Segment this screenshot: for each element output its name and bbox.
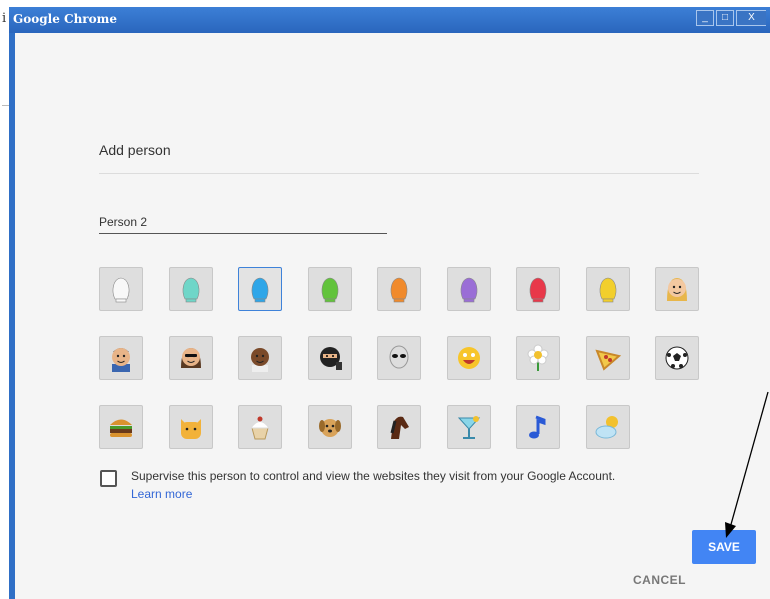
avatar-option[interactable] <box>586 405 630 449</box>
avatar-option[interactable] <box>238 336 282 380</box>
ninja-icon <box>320 347 342 370</box>
music-note-icon <box>529 415 546 439</box>
avatar-option[interactable] <box>169 405 213 449</box>
person-name-input[interactable] <box>99 211 387 234</box>
smiley-face-icon <box>458 347 480 369</box>
avatar-option[interactable] <box>516 336 560 380</box>
avatar-option[interactable] <box>655 267 699 311</box>
cupcake-icon <box>250 416 270 440</box>
avatar-option[interactable] <box>308 405 352 449</box>
cancel-button[interactable]: CANCEL <box>633 573 686 587</box>
red-head-icon <box>529 277 547 303</box>
dog-icon <box>319 419 341 437</box>
avatar-option[interactable] <box>655 336 699 380</box>
white-head-icon <box>112 277 130 303</box>
supervise-label: Supervise this person to control and vie… <box>131 469 616 483</box>
title-bar: Google Chrome _ □ X <box>9 7 770 33</box>
close-button[interactable]: X <box>736 10 766 26</box>
heading-divider <box>99 173 699 174</box>
avatar-option[interactable] <box>377 405 421 449</box>
blue-head-icon <box>251 277 269 303</box>
green-head-icon <box>321 277 339 303</box>
window-title: Google Chrome <box>13 12 117 26</box>
horse-icon <box>390 416 409 439</box>
avatar-option[interactable] <box>516 405 560 449</box>
cat-icon <box>181 419 201 439</box>
hamburger-icon <box>110 419 132 437</box>
avatar-option[interactable] <box>99 336 143 380</box>
avatar-option[interactable] <box>447 336 491 380</box>
avatar-option[interactable] <box>377 267 421 311</box>
purple-head-icon <box>460 277 478 303</box>
stray-character: i <box>2 11 7 26</box>
avatar-option[interactable] <box>308 336 352 380</box>
pizza-icon <box>595 349 622 371</box>
avatar-option[interactable] <box>99 267 143 311</box>
chrome-window: Google Chrome _ □ X Add person Supervise… <box>9 7 770 599</box>
avatar-option[interactable] <box>447 405 491 449</box>
avatar-option[interactable] <box>447 267 491 311</box>
avatar-option[interactable] <box>516 267 560 311</box>
orange-head-icon <box>390 277 408 303</box>
businessman-icon <box>112 348 130 372</box>
avatar-option[interactable] <box>238 267 282 311</box>
minimize-button[interactable]: _ <box>696 10 714 26</box>
maximize-button[interactable]: □ <box>716 10 734 26</box>
avatar-option[interactable] <box>169 336 213 380</box>
man-icon <box>251 348 269 372</box>
sun-cloud-icon <box>595 416 618 439</box>
avatar-option[interactable] <box>586 336 630 380</box>
add-person-dialog: Add person Supervise this person to cont… <box>15 33 770 599</box>
avatar-option[interactable] <box>308 267 352 311</box>
teal-head-icon <box>182 277 200 303</box>
avatar-option[interactable] <box>99 405 143 449</box>
save-button[interactable]: SAVE <box>692 530 756 564</box>
blonde-woman-icon <box>667 278 687 301</box>
avatar-option[interactable] <box>377 336 421 380</box>
yellow-head-icon <box>599 277 617 303</box>
dialog-heading: Add person <box>99 142 171 158</box>
supervise-checkbox[interactable] <box>100 470 117 487</box>
learn-more-link[interactable]: Learn more <box>131 487 192 501</box>
woman-sunglasses-icon <box>181 348 201 368</box>
avatar-option[interactable] <box>586 267 630 311</box>
soccer-ball-icon <box>665 346 689 370</box>
avatar-option[interactable] <box>169 267 213 311</box>
alien-icon <box>389 345 409 369</box>
cocktail-icon <box>457 416 481 439</box>
avatar-option[interactable] <box>238 405 282 449</box>
flower-icon <box>527 344 549 371</box>
